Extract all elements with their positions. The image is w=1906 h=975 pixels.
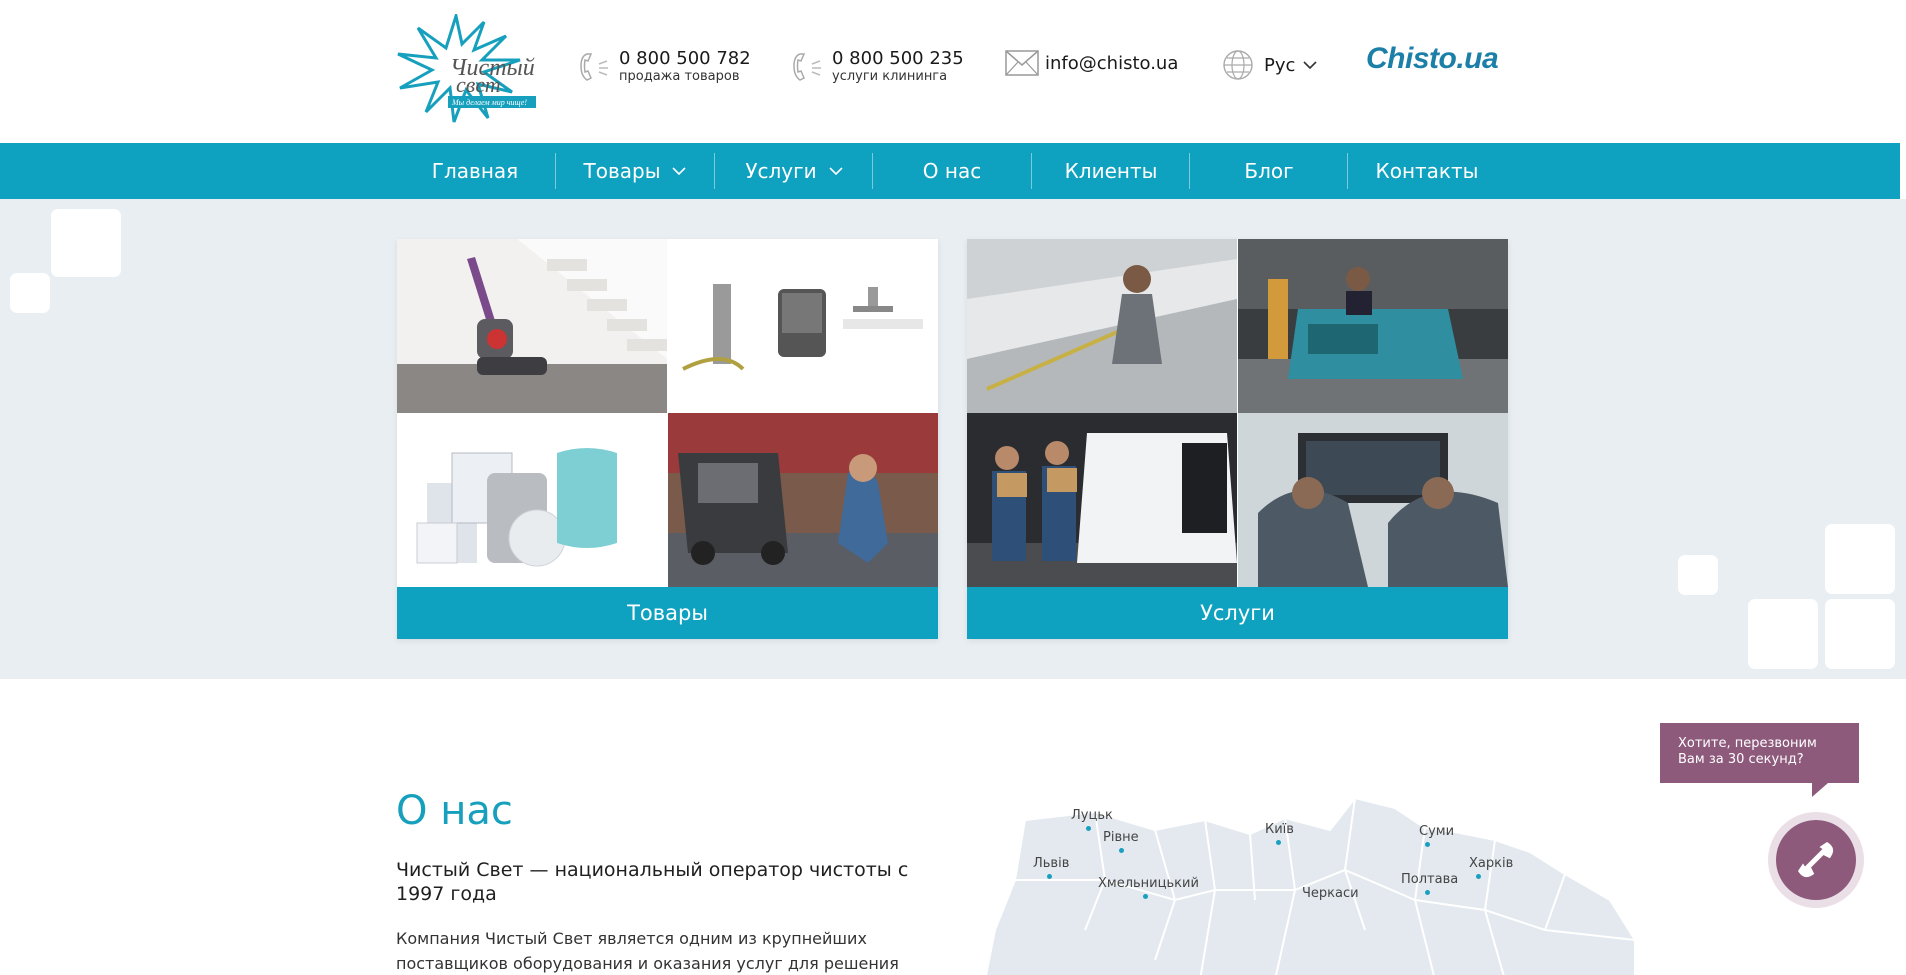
nav-item-products[interactable]: Товары [556, 143, 714, 199]
decorative-square [1825, 599, 1895, 669]
map-city-dot[interactable] [1425, 842, 1430, 847]
globe-icon [1223, 50, 1253, 80]
site-logo[interactable]: Чистый свет Мы делаем мир чище! [396, 10, 540, 124]
nav-item-label: О нас [922, 159, 982, 183]
nav-item-label: Блог [1244, 159, 1294, 183]
decorative-square [1825, 524, 1895, 594]
callback-tooltip[interactable]: Хотите, перезвоним Вам за 30 секунд? [1660, 723, 1859, 783]
email-address[interactable]: info@chisto.ua [1045, 53, 1178, 74]
nav-item-label: Контакты [1375, 159, 1479, 183]
vacuum-cleaner-photo [397, 239, 667, 413]
hero-section: Товары Услуги [0, 199, 1906, 679]
cleaning-phone[interactable]: 0 800 500 235 услуги клининга [792, 48, 964, 86]
nav-item-contacts[interactable]: Контакты [1348, 143, 1506, 199]
site-header: Чистый свет Мы делаем мир чище! 0 800 50… [0, 0, 1906, 143]
products-card-label[interactable]: Товары [397, 587, 938, 639]
brand-wordmark[interactable]: Chisto.ua [1366, 42, 1499, 76]
logo-tagline: Мы делаем мир чище! [451, 98, 527, 107]
nav-item-label: Услуги [745, 159, 817, 183]
nav-item-blog[interactable]: Блог [1190, 143, 1348, 199]
main-nav: Главная Товары Услуги О нас Клиенты Блог… [0, 143, 1900, 199]
nav-item-about[interactable]: О нас [873, 143, 1031, 199]
map-city-label: Полтава [1401, 872, 1459, 887]
map-city-label: Луцьк [1071, 808, 1113, 823]
sales-phone[interactable]: 0 800 500 782 продажа товаров [579, 48, 751, 86]
map-city-dot[interactable] [1476, 874, 1481, 879]
nav-item-clients[interactable]: Клиенты [1032, 143, 1190, 199]
nav-item-label: Клиенты [1064, 159, 1158, 183]
products-card[interactable]: Товары [397, 239, 938, 639]
callback-button[interactable] [1768, 812, 1864, 908]
map-city-dot[interactable] [1143, 894, 1148, 899]
cleaning-phone-caption: услуги клининга [832, 69, 948, 84]
mail-icon [1005, 50, 1039, 76]
phone-icon [580, 53, 608, 81]
phone-handset-icon [1797, 841, 1834, 878]
ukraine-map[interactable]: Луцьк Рівне Львів Хмельницький Київ Суми… [984, 790, 1636, 975]
map-city-label: Київ [1265, 822, 1294, 837]
technicians-photo [1238, 413, 1508, 587]
cleaning-phone-number[interactable]: 0 800 500 235 [832, 48, 964, 70]
decorative-square [1678, 555, 1718, 595]
callback-button-inner[interactable] [1776, 820, 1856, 900]
floor-scrubber-photo [1238, 239, 1508, 413]
sales-phone-number[interactable]: 0 800 500 782 [619, 48, 751, 70]
map-city-dot[interactable] [1276, 840, 1281, 845]
map-city-dot[interactable] [1047, 874, 1052, 879]
callback-tooltip-tail [1812, 783, 1828, 797]
map-city-dot[interactable] [1086, 826, 1091, 831]
services-card[interactable]: Услуги [967, 239, 1508, 639]
nav-item-home[interactable]: Главная [396, 143, 554, 199]
language-switcher[interactable]: Рус [1222, 49, 1317, 81]
about-lead: Чистый Свет — национальный оператор чист… [396, 859, 909, 905]
phone-icon [793, 53, 821, 81]
decorative-square [51, 209, 121, 277]
delivery-team-photo [967, 413, 1237, 587]
about-text: Компания Чистый Свет является одним из к… [396, 929, 899, 973]
nav-item-services[interactable]: Услуги [715, 143, 873, 199]
sales-phone-caption: продажа товаров [619, 69, 740, 84]
decorative-square [10, 273, 50, 313]
page: Чистый свет Мы делаем мир чище! 0 800 50… [0, 0, 1906, 975]
about-title: О нас [396, 788, 513, 834]
pressure-washer-photo [668, 413, 938, 587]
map-city-label: Черкаси [1302, 886, 1359, 901]
escalator-cleaning-photo [967, 239, 1237, 413]
map-city-label: Харків [1469, 856, 1514, 871]
hygiene-dispensers-photo [397, 413, 667, 587]
map-city-label: Рівне [1103, 830, 1139, 845]
decorative-square [1748, 599, 1818, 669]
chevron-down-icon [672, 166, 687, 175]
language-current[interactable]: Рус [1264, 55, 1295, 76]
email-contact[interactable]: info@chisto.ua [1005, 50, 1178, 76]
map-city-label: Хмельницький [1098, 876, 1199, 891]
map-city-dot[interactable] [1119, 848, 1124, 853]
map-city-label: Суми [1419, 824, 1455, 839]
chevron-down-icon[interactable] [1303, 60, 1317, 70]
nav-item-label: Товары [583, 159, 661, 183]
chevron-down-icon [829, 166, 843, 175]
services-card-label[interactable]: Услуги [967, 587, 1508, 639]
logo-word-2: свет [456, 72, 501, 97]
map-city-label: Львів [1033, 856, 1070, 871]
map-city-dot[interactable] [1425, 890, 1430, 895]
nav-item-label: Главная [431, 159, 519, 183]
hand-dryers-photo [668, 239, 938, 413]
